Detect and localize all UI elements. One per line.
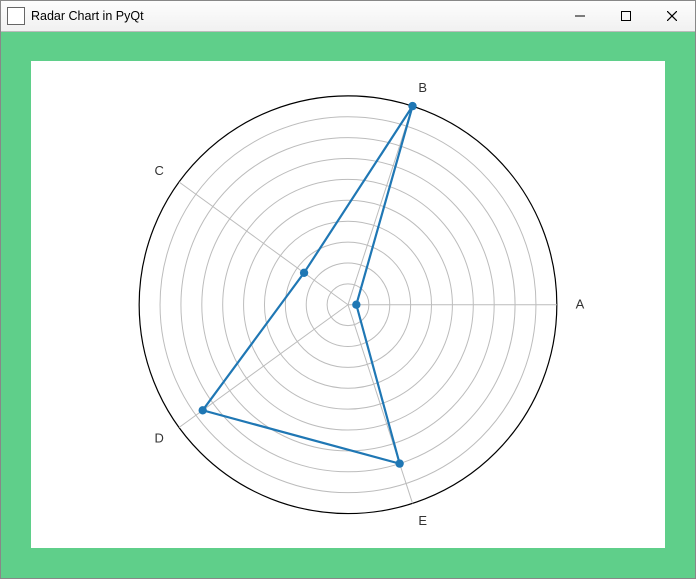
maximize-button[interactable] bbox=[603, 1, 649, 31]
radar-chart: A B C D E bbox=[31, 61, 665, 548]
app-window: Radar Chart in PyQt A B C D E bbox=[0, 0, 696, 579]
axis-label-A: A bbox=[576, 297, 585, 312]
window-controls bbox=[557, 1, 695, 31]
series-point-A bbox=[352, 301, 360, 309]
chart-canvas: A B C D E bbox=[31, 61, 665, 548]
axis-label-D: D bbox=[154, 431, 163, 446]
series-point-D bbox=[199, 406, 207, 414]
titlebar[interactable]: Radar Chart in PyQt bbox=[1, 1, 695, 32]
minimize-icon bbox=[575, 11, 585, 21]
axis-label-E: E bbox=[418, 513, 427, 528]
series-line bbox=[203, 106, 413, 464]
app-icon bbox=[7, 7, 25, 25]
series-point-B bbox=[408, 102, 416, 110]
axis-label-C: C bbox=[154, 163, 163, 178]
minimize-button[interactable] bbox=[557, 1, 603, 31]
content-frame: A B C D E bbox=[19, 49, 677, 560]
maximize-icon bbox=[621, 11, 631, 21]
axis-label-B: B bbox=[418, 80, 427, 95]
series-point-E bbox=[395, 459, 403, 467]
close-button[interactable] bbox=[649, 1, 695, 31]
window-title: Radar Chart in PyQt bbox=[31, 9, 144, 23]
series-point-C bbox=[300, 269, 308, 277]
close-icon bbox=[667, 11, 677, 21]
